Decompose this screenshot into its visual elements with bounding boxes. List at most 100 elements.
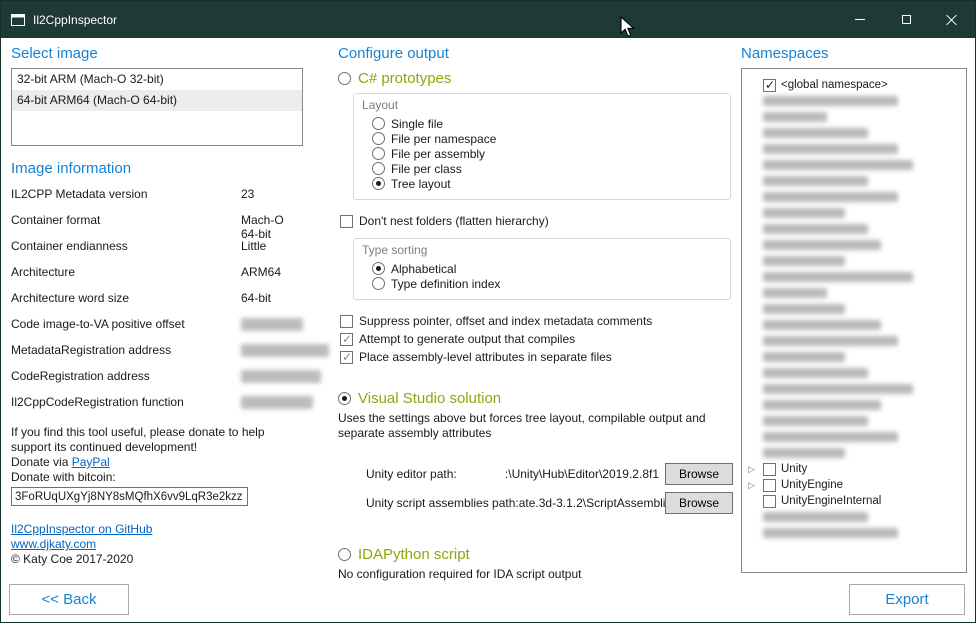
layout-groupbox: Layout Single file File per namespace	[353, 93, 731, 200]
namespace-item[interactable]	[742, 317, 966, 333]
radio-icon	[372, 117, 385, 130]
blurred-text	[763, 336, 898, 346]
csharp-prototypes-radio[interactable]: C# prototypes	[338, 70, 733, 87]
layout-option[interactable]: File per namespace	[372, 131, 722, 146]
blurred-text	[763, 416, 868, 426]
namespace-item[interactable]	[742, 93, 966, 109]
expander-icon[interactable]	[748, 464, 758, 474]
export-button[interactable]: Export	[849, 584, 965, 615]
links-block: Il2CppInspector on GitHub www.djkaty.com…	[11, 522, 303, 567]
namespace-checkbox[interactable]	[763, 79, 776, 92]
image-list-item[interactable]: 64-bit ARM64 (Mach-O 64-bit)	[12, 90, 302, 111]
layout-option[interactable]: File per assembly	[372, 146, 722, 161]
bitcoin-address-input[interactable]	[11, 487, 248, 506]
csharp-prototypes-label: C# prototypes	[358, 70, 451, 87]
image-information-table: IL2CPP Metadata version 23 Container for…	[11, 187, 303, 421]
namespace-item[interactable]	[742, 141, 966, 157]
namespaces-column: Namespaces <global namespace>	[741, 45, 967, 573]
output-option-checkbox[interactable]: Place assembly-level attributes in separ…	[340, 350, 731, 364]
namespace-label: UnityEngine	[781, 479, 843, 491]
namespace-item[interactable]	[742, 189, 966, 205]
namespace-item[interactable]	[742, 237, 966, 253]
output-option-checkbox[interactable]: Suppress pointer, offset and index metad…	[340, 314, 731, 328]
namespace-item[interactable]	[742, 285, 966, 301]
blurred-text	[763, 512, 868, 522]
namespace-item[interactable]	[742, 381, 966, 397]
namespace-item[interactable]: <global namespace>	[742, 77, 966, 93]
back-button[interactable]: << Back	[9, 584, 129, 615]
namespace-item[interactable]	[742, 205, 966, 221]
namespace-item[interactable]	[742, 157, 966, 173]
image-list-item-label: 32-bit ARM (Mach-O 32-bit)	[17, 72, 164, 86]
namespace-item[interactable]	[742, 301, 966, 317]
namespace-item[interactable]	[742, 221, 966, 237]
namespace-item[interactable]	[742, 253, 966, 269]
info-row: CodeRegistration address	[11, 369, 303, 395]
layout-option[interactable]: File per class	[372, 161, 722, 176]
namespace-checkbox[interactable]	[763, 479, 776, 492]
visual-studio-description: Uses the settings above but forces tree …	[338, 411, 730, 441]
idapython-script-radio[interactable]: IDAPython script	[338, 546, 733, 563]
output-option-checkboxes: Suppress pointer, offset and index metad…	[338, 314, 733, 364]
website-link[interactable]: www.djkaty.com	[11, 537, 303, 552]
namespace-item[interactable]	[742, 509, 966, 525]
image-list-item[interactable]: 32-bit ARM (Mach-O 32-bit)	[12, 69, 302, 90]
info-value	[241, 396, 313, 409]
namespace-item[interactable]	[742, 333, 966, 349]
visual-studio-solution-radio[interactable]: Visual Studio solution	[338, 390, 733, 407]
namespace-item[interactable]	[742, 269, 966, 285]
type-sorting-group-title: Type sorting	[362, 243, 722, 257]
blurred-text	[763, 448, 845, 458]
namespace-item[interactable]	[742, 365, 966, 381]
expander-icon[interactable]	[748, 480, 758, 490]
namespace-item[interactable]: UnityEngineInternal	[742, 493, 966, 509]
namespace-item[interactable]	[742, 173, 966, 189]
github-link[interactable]: Il2CppInspector on GitHub	[11, 522, 303, 537]
namespace-item[interactable]	[742, 445, 966, 461]
close-button[interactable]	[929, 1, 975, 38]
paypal-link[interactable]: PayPal	[72, 455, 110, 469]
copyright: © Katy Coe 2017-2020	[11, 552, 303, 567]
info-label: CodeRegistration address	[11, 369, 241, 383]
blurred-text	[763, 304, 845, 314]
namespace-item[interactable]	[742, 413, 966, 429]
blurred-text	[763, 160, 913, 170]
info-row: Code image-to-VA positive offset	[11, 317, 303, 343]
blurred-text	[763, 288, 827, 298]
namespace-item[interactable]	[742, 525, 966, 541]
namespace-item[interactable]: UnityEngine	[742, 477, 966, 493]
browse-button[interactable]: Browse	[665, 492, 733, 514]
output-option-checkbox[interactable]: Attempt to generate output that compiles	[340, 332, 731, 346]
path-field-row: Unity editor path: :\Unity\Hub\Editor\20…	[366, 463, 733, 485]
mouse-cursor	[620, 16, 638, 40]
browse-button[interactable]: Browse	[665, 463, 733, 485]
namespace-checkbox[interactable]	[763, 463, 776, 476]
minimize-button[interactable]	[837, 1, 883, 38]
flatten-hierarchy-checkbox[interactable]: Don't nest folders (flatten hierarchy)	[340, 214, 731, 228]
layout-option[interactable]: Tree layout	[372, 176, 722, 191]
output-option-label: Suppress pointer, offset and index metad…	[359, 314, 652, 328]
type-sorting-option[interactable]: Alphabetical	[372, 261, 722, 276]
namespace-checkbox[interactable]	[763, 495, 776, 508]
namespace-item[interactable]	[742, 397, 966, 413]
titlebar[interactable]: Il2CppInspector	[1, 1, 975, 38]
unity-path-fields: Unity editor path: :\Unity\Hub\Editor\20…	[338, 463, 733, 514]
radio-icon	[338, 392, 351, 405]
image-information-heading: Image information	[11, 160, 303, 177]
app-window: Il2CppInspector Select image 32-bit ARM …	[0, 0, 976, 623]
namespace-item[interactable]	[742, 125, 966, 141]
layout-option[interactable]: Single file	[372, 116, 722, 131]
type-sorting-option[interactable]: Type definition index	[372, 276, 722, 291]
path-field-value: :\Unity\Hub\Editor\2019.2.8f1	[457, 467, 665, 481]
radio-icon	[372, 132, 385, 145]
namespace-item[interactable]	[742, 349, 966, 365]
layout-option-label: File per class	[391, 162, 462, 176]
namespace-item[interactable]: Unity	[742, 461, 966, 477]
info-row: MetadataRegistration address	[11, 343, 303, 369]
namespace-item[interactable]	[742, 109, 966, 125]
checkbox-icon	[340, 215, 353, 228]
image-list-item-label: 64-bit ARM64 (Mach-O 64-bit)	[17, 93, 177, 107]
blurred-text	[763, 176, 868, 186]
namespace-item[interactable]	[742, 429, 966, 445]
maximize-button[interactable]	[883, 1, 929, 38]
